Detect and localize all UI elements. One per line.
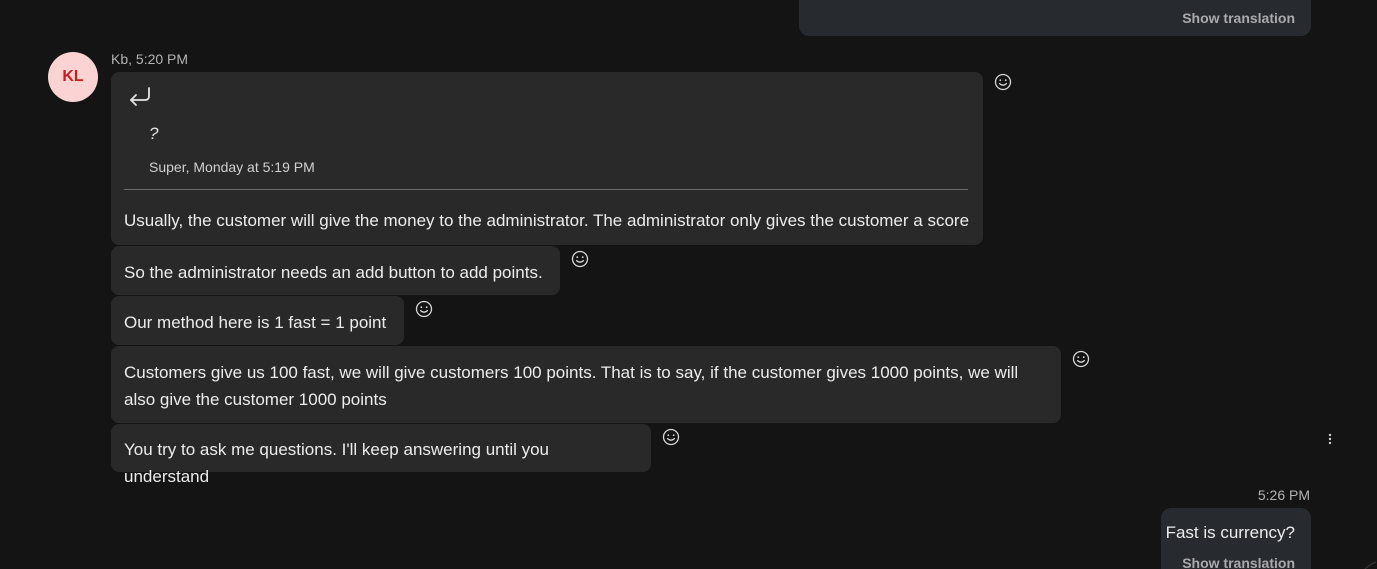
message-timestamp: 5:26 PM: [1257, 487, 1310, 503]
smiley-icon[interactable]: [415, 300, 433, 318]
scroll-corner-icon: [1362, 556, 1377, 569]
message-text: Our method here is 1 fast = 1 point: [124, 313, 387, 332]
message-bubble[interactable]: Customers give us 100 fast, we will give…: [111, 346, 1061, 423]
show-translation-link[interactable]: Show translation: [1182, 10, 1295, 26]
message-bubble[interactable]: So the administrator needs an add button…: [111, 246, 560, 295]
avatar[interactable]: KL: [48, 52, 98, 102]
avatar-initials: KL: [62, 68, 84, 85]
chat-view: Show translation KL Kb, 5:20 PM ? Super,…: [0, 0, 1377, 569]
quoted-message-text: ?: [149, 124, 159, 143]
sender-meta: Kb, 5:20 PM: [111, 51, 189, 67]
more-vertical-icon[interactable]: [1324, 430, 1336, 448]
message-text: So the administrator needs an add button…: [124, 263, 543, 282]
smiley-icon[interactable]: [1072, 350, 1090, 368]
message-text: Usually, the customer will give the mone…: [124, 211, 970, 230]
outgoing-message[interactable]: Fast is currency? Show translation: [1161, 508, 1311, 569]
smiley-icon[interactable]: [994, 73, 1012, 91]
message-text: Fast is currency?: [1165, 523, 1295, 542]
smiley-icon[interactable]: [571, 250, 589, 268]
quoted-message-meta: Super, Monday at 5:19 PM: [149, 159, 315, 175]
smiley-icon[interactable]: [662, 428, 680, 446]
message-text: You try to ask me questions. I'll keep a…: [124, 440, 550, 486]
message-text: Customers give us 100 fast, we will give…: [124, 363, 1019, 409]
show-translation-link[interactable]: Show translation: [1182, 555, 1295, 569]
message-bubble[interactable]: Our method here is 1 fast = 1 point: [111, 296, 404, 345]
previous-outgoing-message: Show translation: [799, 0, 1311, 36]
message-bubble[interactable]: You try to ask me questions. I'll keep a…: [111, 424, 651, 486]
reply-arrow-icon: [126, 84, 152, 108]
quote-divider: [124, 189, 968, 190]
reply-message[interactable]: ? Super, Monday at 5:19 PM Usually, the …: [111, 72, 983, 245]
